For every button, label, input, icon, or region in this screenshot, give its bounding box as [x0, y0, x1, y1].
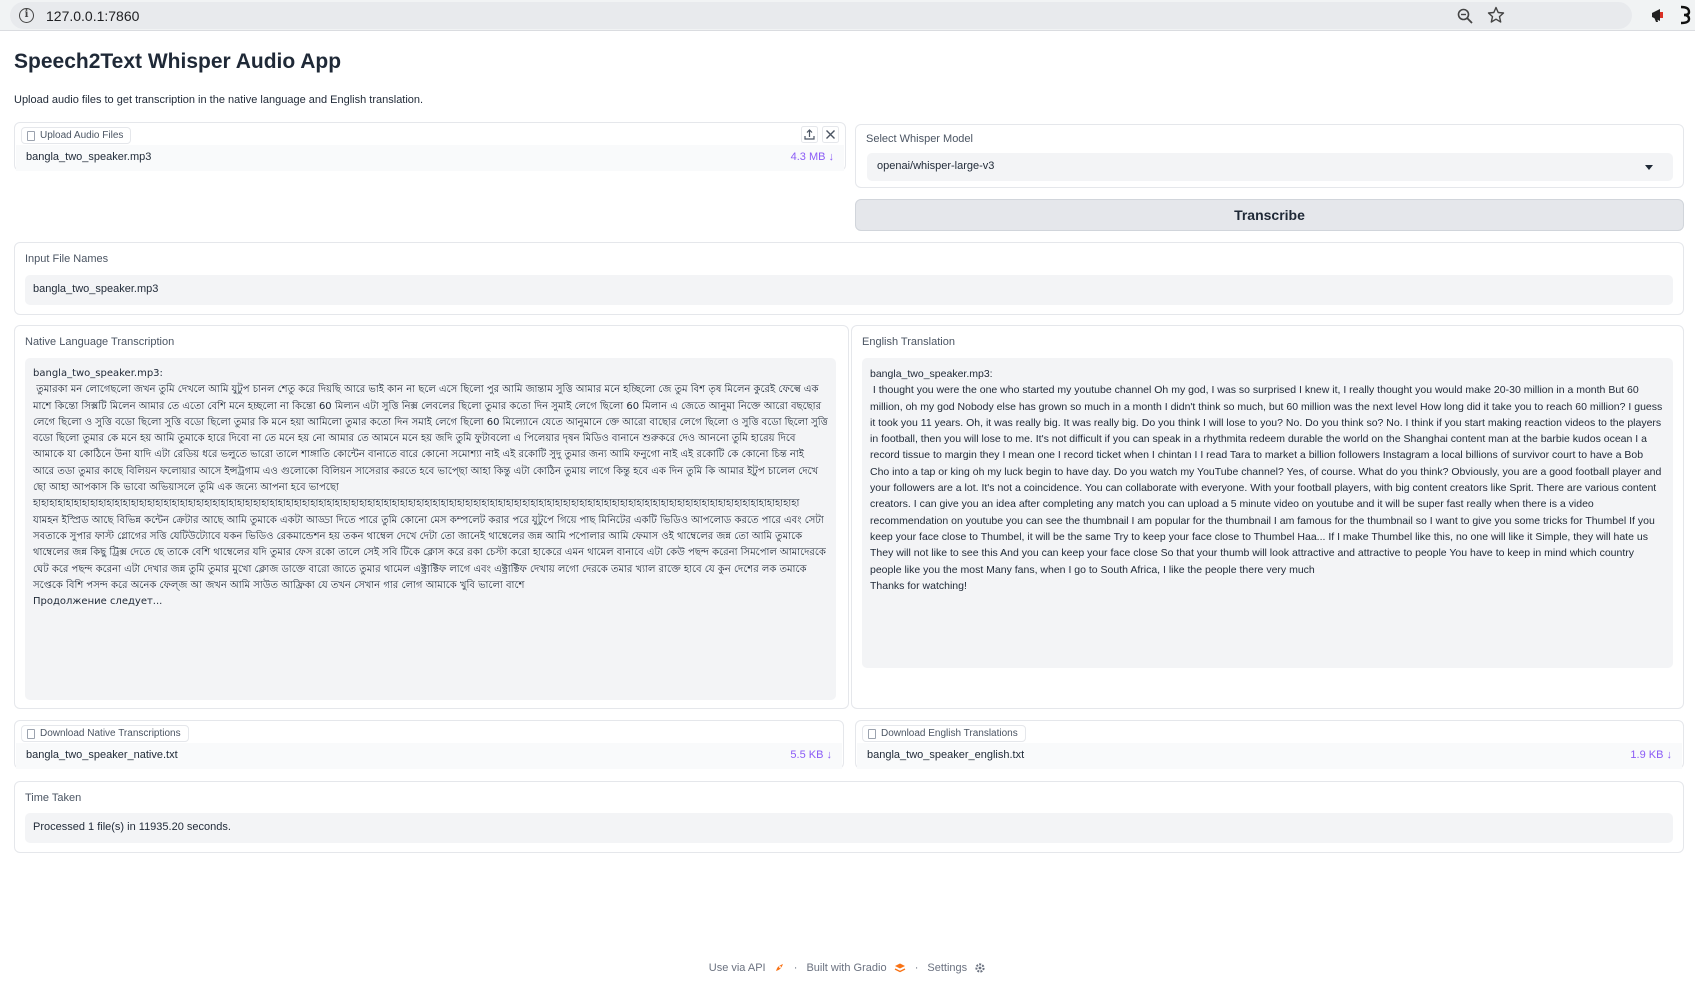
file-icon [868, 729, 876, 739]
time-taken-label: Time Taken [25, 792, 82, 804]
input-file-names-value: bangla_two_speaker.mp3 [33, 283, 159, 295]
built-with-gradio-link[interactable]: Built with Gradio [806, 962, 886, 974]
upload-audio-label-text: Upload Audio Files [40, 130, 124, 141]
model-select-label: Select Whisper Model [866, 133, 973, 145]
clear-close-icon[interactable] [822, 126, 839, 143]
upload-audio-panel[interactable]: Upload Audio Files bangla_two_speaker.mp… [14, 122, 846, 171]
footer-separator: · [914, 962, 919, 975]
download-english-label-text: Download English Translations [881, 728, 1018, 739]
english-file-row[interactable]: bangla_two_speaker_english.txt 1.9 KB ↓ [857, 743, 1682, 769]
english-translation-textarea[interactable]: bangla_two_speaker.mp3: I thought you we… [862, 358, 1673, 668]
english-file-download-link[interactable]: 1.9 KB ↓ [1630, 749, 1672, 761]
english-translation-panel: English Translation bangla_two_speaker.m… [851, 325, 1684, 709]
rocket-icon [775, 964, 783, 972]
uploaded-file-row[interactable]: bangla_two_speaker.mp3 4.3 MB ↓ [16, 145, 844, 171]
time-taken-field[interactable]: Processed 1 file(s) in 11935.20 seconds. [25, 813, 1673, 843]
gear-icon[interactable] [974, 962, 986, 974]
time-taken-panel: Time Taken Processed 1 file(s) in 11935.… [14, 781, 1684, 853]
file-icon [27, 729, 35, 739]
upload-audio-label: Upload Audio Files [21, 127, 132, 144]
bookmark-star-icon[interactable] [1487, 6, 1505, 24]
input-file-names-field[interactable]: bangla_two_speaker.mp3 [25, 275, 1673, 305]
model-select-panel: Select Whisper Model openai/whisper-larg… [855, 124, 1684, 188]
download-native-label: Download Native Transcriptions [21, 725, 189, 742]
transcribe-button[interactable]: Transcribe [855, 199, 1684, 231]
input-file-names-panel: Input File Names bangla_two_speaker.mp3 [14, 242, 1684, 315]
footer: Use via API · Built with Gradio · Settin… [0, 962, 1695, 974]
download-native-label-text: Download Native Transcriptions [40, 728, 181, 739]
model-dropdown[interactable]: openai/whisper-large-v3 [867, 153, 1673, 181]
native-file-row[interactable]: bangla_two_speaker_native.txt 5.5 KB ↓ [16, 743, 842, 769]
gradio-logo-icon [894, 963, 905, 973]
url-text[interactable]: 127.0.0.1:7860 [46, 8, 139, 24]
english-file-name: bangla_two_speaker_english.txt [867, 749, 1025, 761]
native-transcription-label: Native Language Transcription [25, 336, 175, 348]
use-via-api-link[interactable]: Use via API [709, 962, 766, 974]
footer-separator: · [793, 962, 798, 975]
browser-toolbar: i 127.0.0.1:7860 [0, 0, 1695, 31]
settings-link[interactable]: Settings [927, 962, 967, 974]
extension-megaphone-icon[interactable] [1650, 6, 1668, 24]
profile-menu-icon[interactable] [1679, 4, 1695, 26]
native-transcription-text: bangla_two_speaker.mp3: তুমারকা মন লোগেছ… [33, 368, 828, 608]
chevron-down-icon [1645, 165, 1653, 170]
time-taken-value: Processed 1 file(s) in 11935.20 seconds. [33, 821, 231, 833]
english-translation-text: bangla_two_speaker.mp3: I thought you we… [870, 368, 1663, 592]
app-title: Speech2Text Whisper Audio App [14, 50, 342, 73]
file-icon [27, 131, 35, 141]
zoom-icon[interactable] [1456, 7, 1474, 25]
download-english-panel[interactable]: Download English Translations bangla_two… [855, 720, 1684, 769]
native-transcription-textarea[interactable]: bangla_two_speaker.mp3: তুমারকা মন লোগেছ… [25, 358, 836, 700]
uploaded-file-size-download[interactable]: 4.3 MB ↓ [791, 151, 834, 163]
native-file-name: bangla_two_speaker_native.txt [26, 749, 178, 761]
download-english-label: Download English Translations [862, 725, 1026, 742]
uploaded-file-name: bangla_two_speaker.mp3 [26, 151, 152, 163]
app-description: Upload audio files to get transcription … [14, 94, 424, 106]
upload-icon[interactable] [801, 126, 818, 143]
native-transcription-panel: Native Language Transcription bangla_two… [14, 325, 849, 709]
english-translation-label: English Translation [862, 336, 955, 348]
model-dropdown-value: openai/whisper-large-v3 [877, 160, 995, 172]
address-bar[interactable]: i 127.0.0.1:7860 [10, 2, 1632, 29]
native-file-download-link[interactable]: 5.5 KB ↓ [790, 749, 832, 761]
site-info-icon[interactable]: i [19, 8, 34, 23]
input-file-names-label: Input File Names [25, 253, 109, 265]
download-native-panel[interactable]: Download Native Transcriptions bangla_tw… [14, 720, 844, 769]
